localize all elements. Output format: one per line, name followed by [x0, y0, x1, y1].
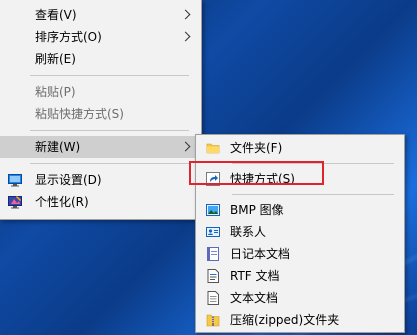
- menu-item-display-settings[interactable]: 显示设置(D): [0, 169, 201, 191]
- submenu-item-text-document[interactable]: 文本文档: [196, 287, 404, 309]
- journal-icon: [207, 247, 219, 261]
- annotation-highlight-box: [189, 161, 324, 185]
- personalize-icon: [8, 196, 22, 209]
- menu-separator: [30, 163, 189, 164]
- menu-item-refresh[interactable]: 刷新(E): [0, 48, 201, 70]
- submenu-item-label: 日记本文档: [230, 247, 291, 261]
- menu-item-sort-by[interactable]: 排序方式(O): [0, 26, 201, 48]
- menu-separator: [30, 75, 189, 76]
- menu-item-paste-shortcut: 粘贴快捷方式(S): [0, 103, 201, 125]
- submenu-item-label: RTF 文档: [230, 269, 280, 283]
- menu-item-paste: 粘贴(P): [0, 81, 201, 103]
- submenu-item-rtf-document[interactable]: RTF 文档: [196, 265, 404, 287]
- menu-item-label: 刷新(E): [35, 52, 76, 66]
- menu-item-label: 粘贴(P): [35, 85, 76, 99]
- chevron-right-icon: [181, 4, 191, 26]
- menu-item-label: 显示设置(D): [35, 173, 102, 187]
- submenu-item-label: BMP 图像: [230, 203, 284, 217]
- display-settings-icon: [8, 174, 22, 187]
- menu-item-label: 新建(W): [35, 140, 81, 154]
- menu-item-label: 查看(V): [35, 8, 77, 22]
- submenu-item-contact[interactable]: 联系人: [196, 221, 404, 243]
- text-document-icon: [207, 291, 219, 305]
- menu-item-label: 个性化(R): [35, 195, 89, 209]
- submenu-item-label: 压缩(zipped)文件夹: [230, 313, 340, 327]
- menu-item-new[interactable]: 新建(W): [0, 136, 201, 158]
- folder-icon: [206, 143, 220, 154]
- menu-item-personalize[interactable]: 个性化(R): [0, 191, 201, 213]
- submenu-item-label: 文件夹(F): [230, 141, 283, 155]
- zip-folder-icon: [206, 314, 220, 327]
- contact-icon: [206, 227, 220, 237]
- chevron-right-icon: [181, 26, 191, 48]
- menu-item-label: 粘贴快捷方式(S): [35, 107, 124, 121]
- submenu-item-folder[interactable]: 文件夹(F): [196, 137, 404, 159]
- submenu-item-label: 联系人: [230, 225, 267, 239]
- menu-separator: [30, 130, 189, 131]
- rtf-document-icon: [207, 269, 219, 283]
- chevron-right-icon: [181, 136, 191, 158]
- menu-item-view[interactable]: 查看(V): [0, 4, 201, 26]
- submenu-item-journal[interactable]: 日记本文档: [196, 243, 404, 265]
- desktop-context-menu: 查看(V) 排序方式(O) 刷新(E) 粘贴(P) 粘贴快捷方式(S) 新建(W…: [0, 0, 202, 220]
- submenu-item-label: 文本文档: [230, 291, 279, 305]
- submenu-item-zip-folder[interactable]: 压缩(zipped)文件夹: [196, 309, 404, 331]
- menu-separator: [232, 194, 394, 195]
- submenu-item-bmp-image[interactable]: BMP 图像: [196, 199, 404, 221]
- bmp-image-icon: [206, 204, 220, 216]
- menu-item-label: 排序方式(O): [35, 30, 102, 44]
